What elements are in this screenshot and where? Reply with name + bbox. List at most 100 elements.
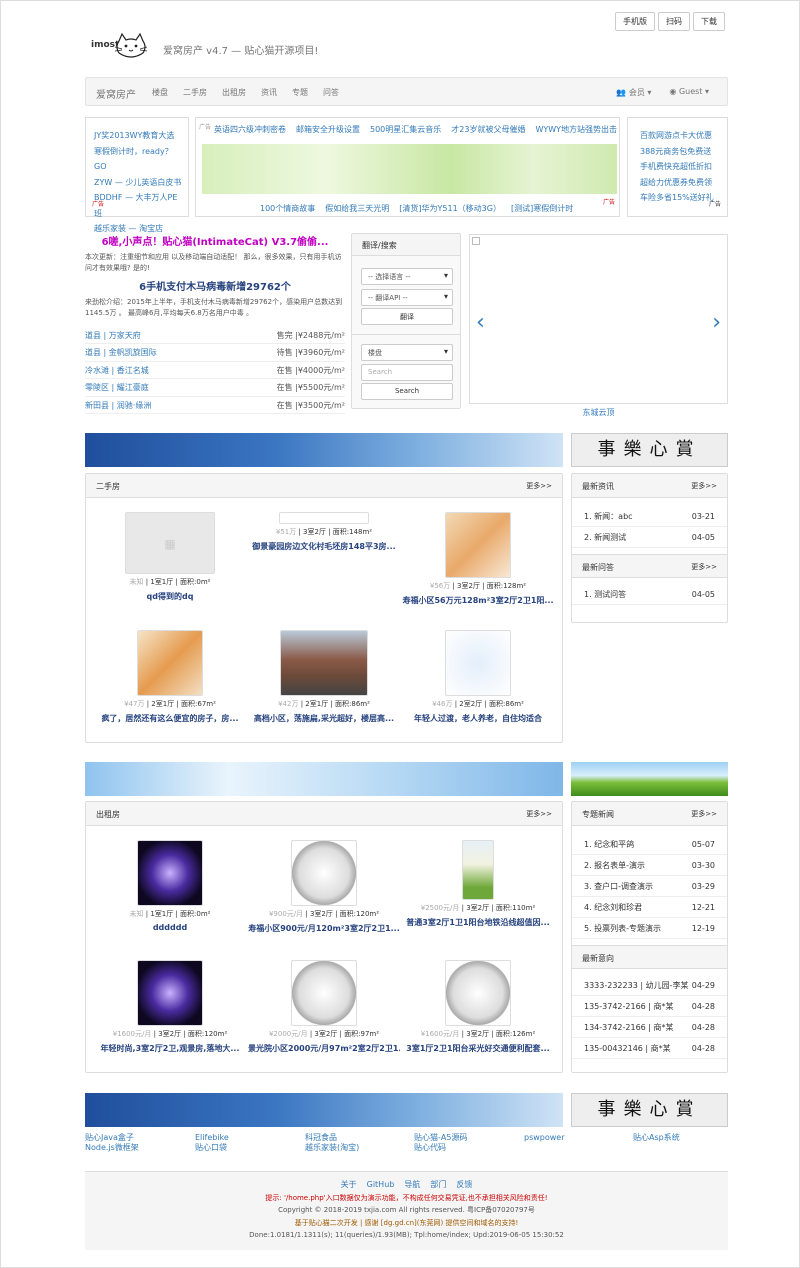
broken-image-thumbnail[interactable]	[279, 512, 369, 524]
nav-item-topics[interactable]: 专题	[292, 87, 308, 98]
translate-api-select[interactable]: -- 翻译API --	[361, 289, 453, 306]
ad-link[interactable]: [测试]寒假倒计时	[511, 203, 573, 214]
listing-title[interactable]: 年轻时尚,3室2厅2卫,观景房,落地大...	[94, 1043, 246, 1054]
friend-link[interactable]: 贴心代码	[414, 1143, 467, 1153]
listing-title[interactable]: 寿福小区56万元128m²3室2厅2卫1阳...	[402, 595, 554, 606]
ad-link[interactable]: 才23岁就被父母催婚	[451, 124, 525, 135]
ad-link[interactable]: 100个情商故事	[260, 203, 315, 214]
friend-link[interactable]: 贴心Java盒子	[85, 1133, 139, 1143]
ad-link[interactable]: 邮箱安全升级设置	[296, 124, 360, 135]
listing-title[interactable]: 普通3室2厅1卫1阳台地铁沿线超值因...	[402, 917, 554, 928]
ad-link[interactable]: 百款网游点卡大优惠	[640, 128, 723, 144]
member-menu[interactable]: 👥 会员 ▾	[616, 87, 651, 98]
ad-link[interactable]: 500明星汇集云音乐	[370, 124, 441, 135]
friend-link[interactable]: Elifebike	[195, 1133, 229, 1143]
ad-link[interactable]: ZYW — 少儿英语白皮书	[94, 175, 184, 191]
list-item[interactable]: 135-3742-2166 | 商*某 04-28	[572, 996, 727, 1017]
download-button[interactable]: 下载	[693, 12, 725, 31]
wiki-globe-thumbnail[interactable]	[445, 960, 511, 1026]
headline-1[interactable]: 6嗟,小声点！贴心猫(IntimateCat) V3.7偷偷...	[85, 233, 345, 248]
footer-link-github[interactable]: GitHub	[367, 1179, 395, 1192]
friend-link[interactable]: 越乐家装(淘宝)	[305, 1143, 359, 1153]
listing-title[interactable]: 景光院小区2000元/月97m²2室2厅2卫1...	[248, 1043, 400, 1054]
ad-link[interactable]: 388元商务包免费送	[640, 144, 723, 160]
carousel-caption[interactable]: 东城云顶	[469, 407, 728, 418]
list-item[interactable]: 2. 报名表单-演示 03-30	[572, 855, 727, 876]
nav-item-news[interactable]: 资讯	[261, 87, 277, 98]
translate-button[interactable]: 翻译	[361, 308, 453, 325]
building-photo-thumbnail[interactable]	[280, 630, 368, 696]
plasma-thumbnail[interactable]	[137, 960, 203, 1026]
list-item[interactable]: 1. 测试问答 04-05	[572, 584, 727, 605]
ad-link[interactable]: JY奖2013WY教育大选	[94, 128, 184, 144]
search-button[interactable]: Search	[361, 383, 453, 400]
footer-link-about[interactable]: 关于	[341, 1179, 357, 1192]
guest-menu[interactable]: ◉ Guest ▾	[669, 87, 709, 98]
footer-link-feedback[interactable]: 反馈	[456, 1179, 472, 1192]
more-link[interactable]: 更多>>	[526, 481, 552, 490]
headline-2[interactable]: 6手机支付木马病毒新增29762个	[85, 278, 345, 293]
list-item[interactable]: 3. 查户口-调查演示 03-29	[572, 876, 727, 897]
list-item[interactable]: 4. 纪念刘和珍君 12-21	[572, 897, 727, 918]
more-link[interactable]: 更多>>	[691, 562, 717, 571]
ad-link[interactable]: 英语四六级冲刺密卷	[214, 124, 286, 135]
list-item[interactable]: 134-3742-2166 | 商*某 04-28	[572, 1017, 727, 1038]
language-select[interactable]: -- 选择语言 --	[361, 268, 453, 285]
ad-link[interactable]: BDDHF — 大丰万人PE班	[94, 190, 184, 221]
friend-link[interactable]: 贴心猫-A5源码	[414, 1133, 467, 1143]
nav-item-rental[interactable]: 出租房	[222, 87, 246, 98]
image-carousel[interactable]: ‹ ›	[469, 234, 728, 404]
carousel-next-icon[interactable]: ›	[712, 310, 721, 335]
carousel-prev-icon[interactable]: ‹	[476, 310, 485, 335]
nav-brand[interactable]: 爱窝房产	[96, 86, 136, 101]
scan-qr-button[interactable]: 扫码	[658, 12, 690, 31]
list-item[interactable]: 135-00432146 | 商*某 04-28	[572, 1038, 727, 1059]
no-image-thumbnail[interactable]: ▦	[125, 512, 215, 574]
plasma-thumbnail[interactable]	[137, 840, 203, 906]
more-link[interactable]: 更多>>	[691, 809, 717, 818]
listing-title[interactable]: 疯了，居然还有这么便宜的房子，房...	[94, 713, 246, 724]
wiki-globe-thumbnail[interactable]	[291, 840, 357, 906]
friend-link[interactable]: 贴心口袋	[195, 1143, 229, 1153]
friend-link[interactable]: pswpower	[524, 1133, 565, 1143]
listing-title[interactable]: 高档小区，荡施扁,采光超好，楼层高...	[248, 713, 400, 724]
listing-title[interactable]: 御景豪园房边文化村毛坯房148平3房...	[248, 541, 400, 552]
floorplan-thumbnail[interactable]	[137, 630, 203, 696]
list-item[interactable]: 5. 投票列表-专题演示 12-19	[572, 918, 727, 939]
ad-link[interactable]: 超给力优惠券免费领	[640, 175, 723, 191]
footer-link-dept[interactable]: 部门	[430, 1179, 446, 1192]
wiki-globe-thumbnail[interactable]	[291, 960, 357, 1026]
listing-title[interactable]: dddddd	[94, 923, 246, 932]
ad-link[interactable]: 手机费快充超低折扣	[640, 159, 723, 175]
cloud-thumbnail[interactable]	[445, 630, 511, 696]
listing-title[interactable]: 寿福小区900元/月120m²3室2厅2卫1...	[248, 923, 400, 934]
search-input[interactable]: Search	[361, 364, 453, 381]
mobile-version-button[interactable]: 手机版	[615, 12, 655, 31]
site-logo[interactable]: imost	[89, 31, 153, 61]
list-item[interactable]: 3333-232233 | 幼儿园-李某 04-29	[572, 975, 727, 996]
list-item[interactable]: 1. 新闻：abc 03-21	[572, 506, 727, 527]
listing-title[interactable]: qd得到的dq	[94, 591, 246, 602]
green-banner-image[interactable]	[202, 144, 617, 194]
ad-link[interactable]: [清货]华为Y511（移动3G）	[399, 203, 501, 214]
more-link[interactable]: 更多>>	[691, 481, 717, 490]
more-link[interactable]: 更多>>	[526, 809, 552, 818]
ad-link[interactable]: 寒假倒计时，ready？GO	[94, 144, 184, 175]
ad-link[interactable]: 假如给我三天光明	[325, 203, 389, 214]
friend-link[interactable]: 贴心Asp系统	[633, 1133, 680, 1143]
listing-title[interactable]: 3室1厅2卫1阳台采光好交通便利配套...	[402, 1043, 554, 1054]
footer-link-nav[interactable]: 导航	[404, 1179, 420, 1192]
floorplan-thumbnail[interactable]	[445, 512, 511, 578]
friend-link[interactable]: Node.js微框架	[85, 1143, 139, 1153]
nav-item-qa[interactable]: 问答	[323, 87, 339, 98]
caret-down-icon: ▾	[704, 87, 709, 96]
ad-link[interactable]: WYWY地方站强势出击	[535, 124, 617, 135]
flower-thumbnail[interactable]	[462, 840, 494, 900]
friend-link[interactable]: 科冠食品	[305, 1133, 359, 1143]
list-item[interactable]: 1. 纪念和平鸽 05-07	[572, 834, 727, 855]
list-item[interactable]: 2. 新闻测试 04-05	[572, 527, 727, 548]
search-type-select[interactable]: 楼盘	[361, 344, 453, 361]
nav-item-loupan[interactable]: 楼盘	[152, 87, 168, 98]
nav-item-secondhand[interactable]: 二手房	[183, 87, 207, 98]
listing-title[interactable]: 年轻人过渡，老人养老，自住均适合	[402, 713, 554, 724]
